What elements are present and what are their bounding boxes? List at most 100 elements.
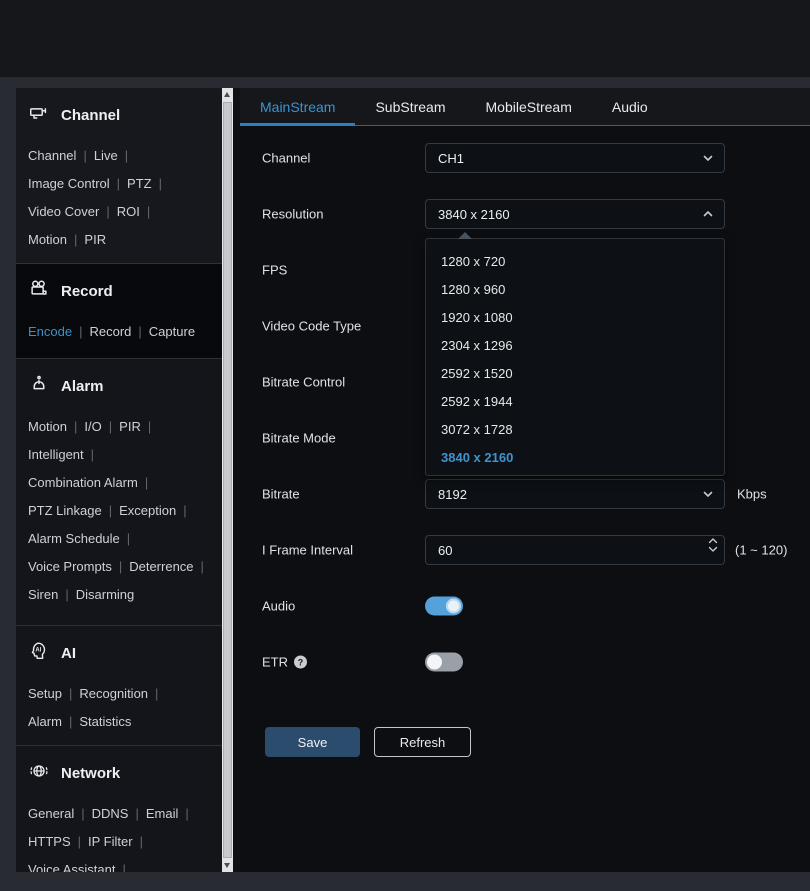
save-button[interactable]: Save <box>265 727 360 757</box>
svg-text:AI: AI <box>35 648 41 654</box>
etr-toggle[interactable] <box>425 653 463 672</box>
separator: | <box>109 503 112 518</box>
number-stepper[interactable] <box>708 538 718 552</box>
channel-label: Channel <box>262 151 310 166</box>
sidebar-item-deterrence[interactable]: Deterrence <box>129 559 193 574</box>
sidebar-item-roi[interactable]: ROI <box>117 204 140 219</box>
sidebar-item-email[interactable]: Email <box>146 806 179 821</box>
sidebar-item-motion[interactable]: Motion <box>28 232 67 247</box>
sidebar-item-live[interactable]: Live <box>94 148 118 163</box>
separator: | <box>135 806 138 821</box>
channel-select[interactable]: CH1 <box>425 143 725 173</box>
separator: | <box>74 419 77 434</box>
sidebar-item-record[interactable]: Record <box>89 324 131 339</box>
sidebar-item-exception[interactable]: Exception <box>119 503 176 518</box>
sidebar-item-ai-setup[interactable]: Setup <box>28 686 62 701</box>
iframe-interval-row: I Frame Interval (1 ~ 120) <box>240 522 810 578</box>
sidebar-section-title: Network <box>61 765 120 782</box>
sidebar-section-channel: Channel Channel|Live| Image Control|PTZ|… <box>16 88 233 263</box>
sidebar-item-video-cover[interactable]: Video Cover <box>28 204 99 219</box>
scrollbar-thumb[interactable] <box>223 102 232 858</box>
sidebar-item-channel[interactable]: Channel <box>28 148 76 163</box>
nav-line: Video Cover|ROI| <box>28 198 221 226</box>
separator: | <box>69 714 72 729</box>
sidebar-section-network: Network General|DDNS|Email| HTTPS|IP Fil… <box>16 745 233 872</box>
resolution-option[interactable]: 2304 x 1296 <box>426 332 724 360</box>
separator: | <box>140 834 143 849</box>
sidebar-item-ptz[interactable]: PTZ <box>127 176 152 191</box>
sidebar-item-disarming[interactable]: Disarming <box>76 587 135 602</box>
video-camera-icon <box>28 278 50 304</box>
sidebar-item-recognition[interactable]: Recognition <box>79 686 148 701</box>
sidebar-nav: Channel Channel|Live| Image Control|PTZ|… <box>16 88 233 872</box>
scrollbar-up-button[interactable] <box>222 88 233 102</box>
bitrate-control-label: Bitrate Control <box>262 375 345 390</box>
resolution-option[interactable]: 1280 x 960 <box>426 276 724 304</box>
separator: | <box>91 447 94 462</box>
nav-line: Combination Alarm| <box>28 469 221 497</box>
sidebar-item-intelligent[interactable]: Intelligent <box>28 447 84 462</box>
sidebar-item-ai-alarm[interactable]: Alarm <box>28 714 62 729</box>
sidebar-item-statistics[interactable]: Statistics <box>79 714 131 729</box>
action-buttons: Save Refresh <box>240 727 810 757</box>
sidebar-item-alarm-pir[interactable]: PIR <box>119 419 141 434</box>
separator: | <box>138 324 141 339</box>
iframe-interval-input[interactable] <box>425 535 725 565</box>
audio-toggle[interactable] <box>425 597 463 616</box>
help-icon[interactable]: ? <box>294 656 307 669</box>
sidebar-item-general[interactable]: General <box>28 806 74 821</box>
separator: | <box>183 503 186 518</box>
sidebar-item-siren[interactable]: Siren <box>28 587 58 602</box>
sidebar-item-ptz-linkage[interactable]: PTZ Linkage <box>28 503 102 518</box>
separator: | <box>81 806 84 821</box>
nav-line: Image Control|PTZ| <box>28 170 221 198</box>
sidebar-scrollbar[interactable] <box>222 88 233 872</box>
sidebar-item-capture[interactable]: Capture <box>149 324 195 339</box>
audio-row: Audio <box>240 578 810 634</box>
scrollbar-down-button[interactable] <box>222 858 233 872</box>
chevron-down-icon <box>702 152 714 164</box>
resolution-select[interactable]: 3840 x 2160 <box>425 199 725 229</box>
sidebar-item-io[interactable]: I/O <box>84 419 101 434</box>
resolution-option[interactable]: 1920 x 1080 <box>426 304 724 332</box>
stepper-down-icon <box>708 546 718 552</box>
sidebar-item-encode[interactable]: Encode <box>28 324 72 339</box>
sidebar-item-https[interactable]: HTTPS <box>28 834 71 849</box>
resolution-option[interactable]: 3072 x 1728 <box>426 416 724 444</box>
globe-icon <box>28 760 50 786</box>
sidebar-item-alarm-motion[interactable]: Motion <box>28 419 67 434</box>
nav-line: Motion|I/O|PIR| <box>28 413 221 441</box>
scroll-down-arrow-icon <box>224 863 230 868</box>
ai-head-icon: AI <box>28 640 50 666</box>
sidebar-section-channel-header: Channel <box>28 102 221 128</box>
toggle-knob <box>427 655 442 670</box>
refresh-button[interactable]: Refresh <box>374 727 471 757</box>
sidebar-item-combination-alarm[interactable]: Combination Alarm <box>28 475 138 490</box>
sidebar-section-ai: AI AI Setup|Recognition| Alarm|Statistic… <box>16 625 233 745</box>
bitrate-select[interactable]: 8192 <box>425 479 725 509</box>
resolution-option[interactable]: 2592 x 1520 <box>426 360 724 388</box>
fps-label: FPS <box>262 263 287 278</box>
tab-substream[interactable]: SubStream <box>355 88 465 125</box>
resolution-option[interactable]: 1280 x 720 <box>426 248 724 276</box>
sidebar-item-alarm-schedule[interactable]: Alarm Schedule <box>28 531 120 546</box>
sidebar-item-image-control[interactable]: Image Control <box>28 176 110 191</box>
separator: | <box>106 204 109 219</box>
sidebar-item-ddns[interactable]: DDNS <box>92 806 129 821</box>
sidebar-section-network-header: Network <box>28 760 221 786</box>
separator: | <box>185 806 188 821</box>
sidebar-item-voice-prompts[interactable]: Voice Prompts <box>28 559 112 574</box>
separator: | <box>65 587 68 602</box>
nav-line: PTZ Linkage | Exception | <box>28 497 221 525</box>
resolution-option-selected[interactable]: 3840 x 2160 <box>426 444 724 472</box>
top-header-band <box>0 0 810 77</box>
tab-mobilestream[interactable]: MobileStream <box>466 88 592 125</box>
sidebar-item-voice-assistant[interactable]: Voice Assistant <box>28 862 115 872</box>
nav-line: Channel|Live| <box>28 142 221 170</box>
separator: | <box>122 862 125 872</box>
sidebar-item-pir[interactable]: PIR <box>84 232 106 247</box>
tab-mainstream[interactable]: MainStream <box>240 88 355 125</box>
resolution-option[interactable]: 2592 x 1944 <box>426 388 724 416</box>
sidebar-item-ip-filter[interactable]: IP Filter <box>88 834 133 849</box>
tab-audio[interactable]: Audio <box>592 88 668 125</box>
